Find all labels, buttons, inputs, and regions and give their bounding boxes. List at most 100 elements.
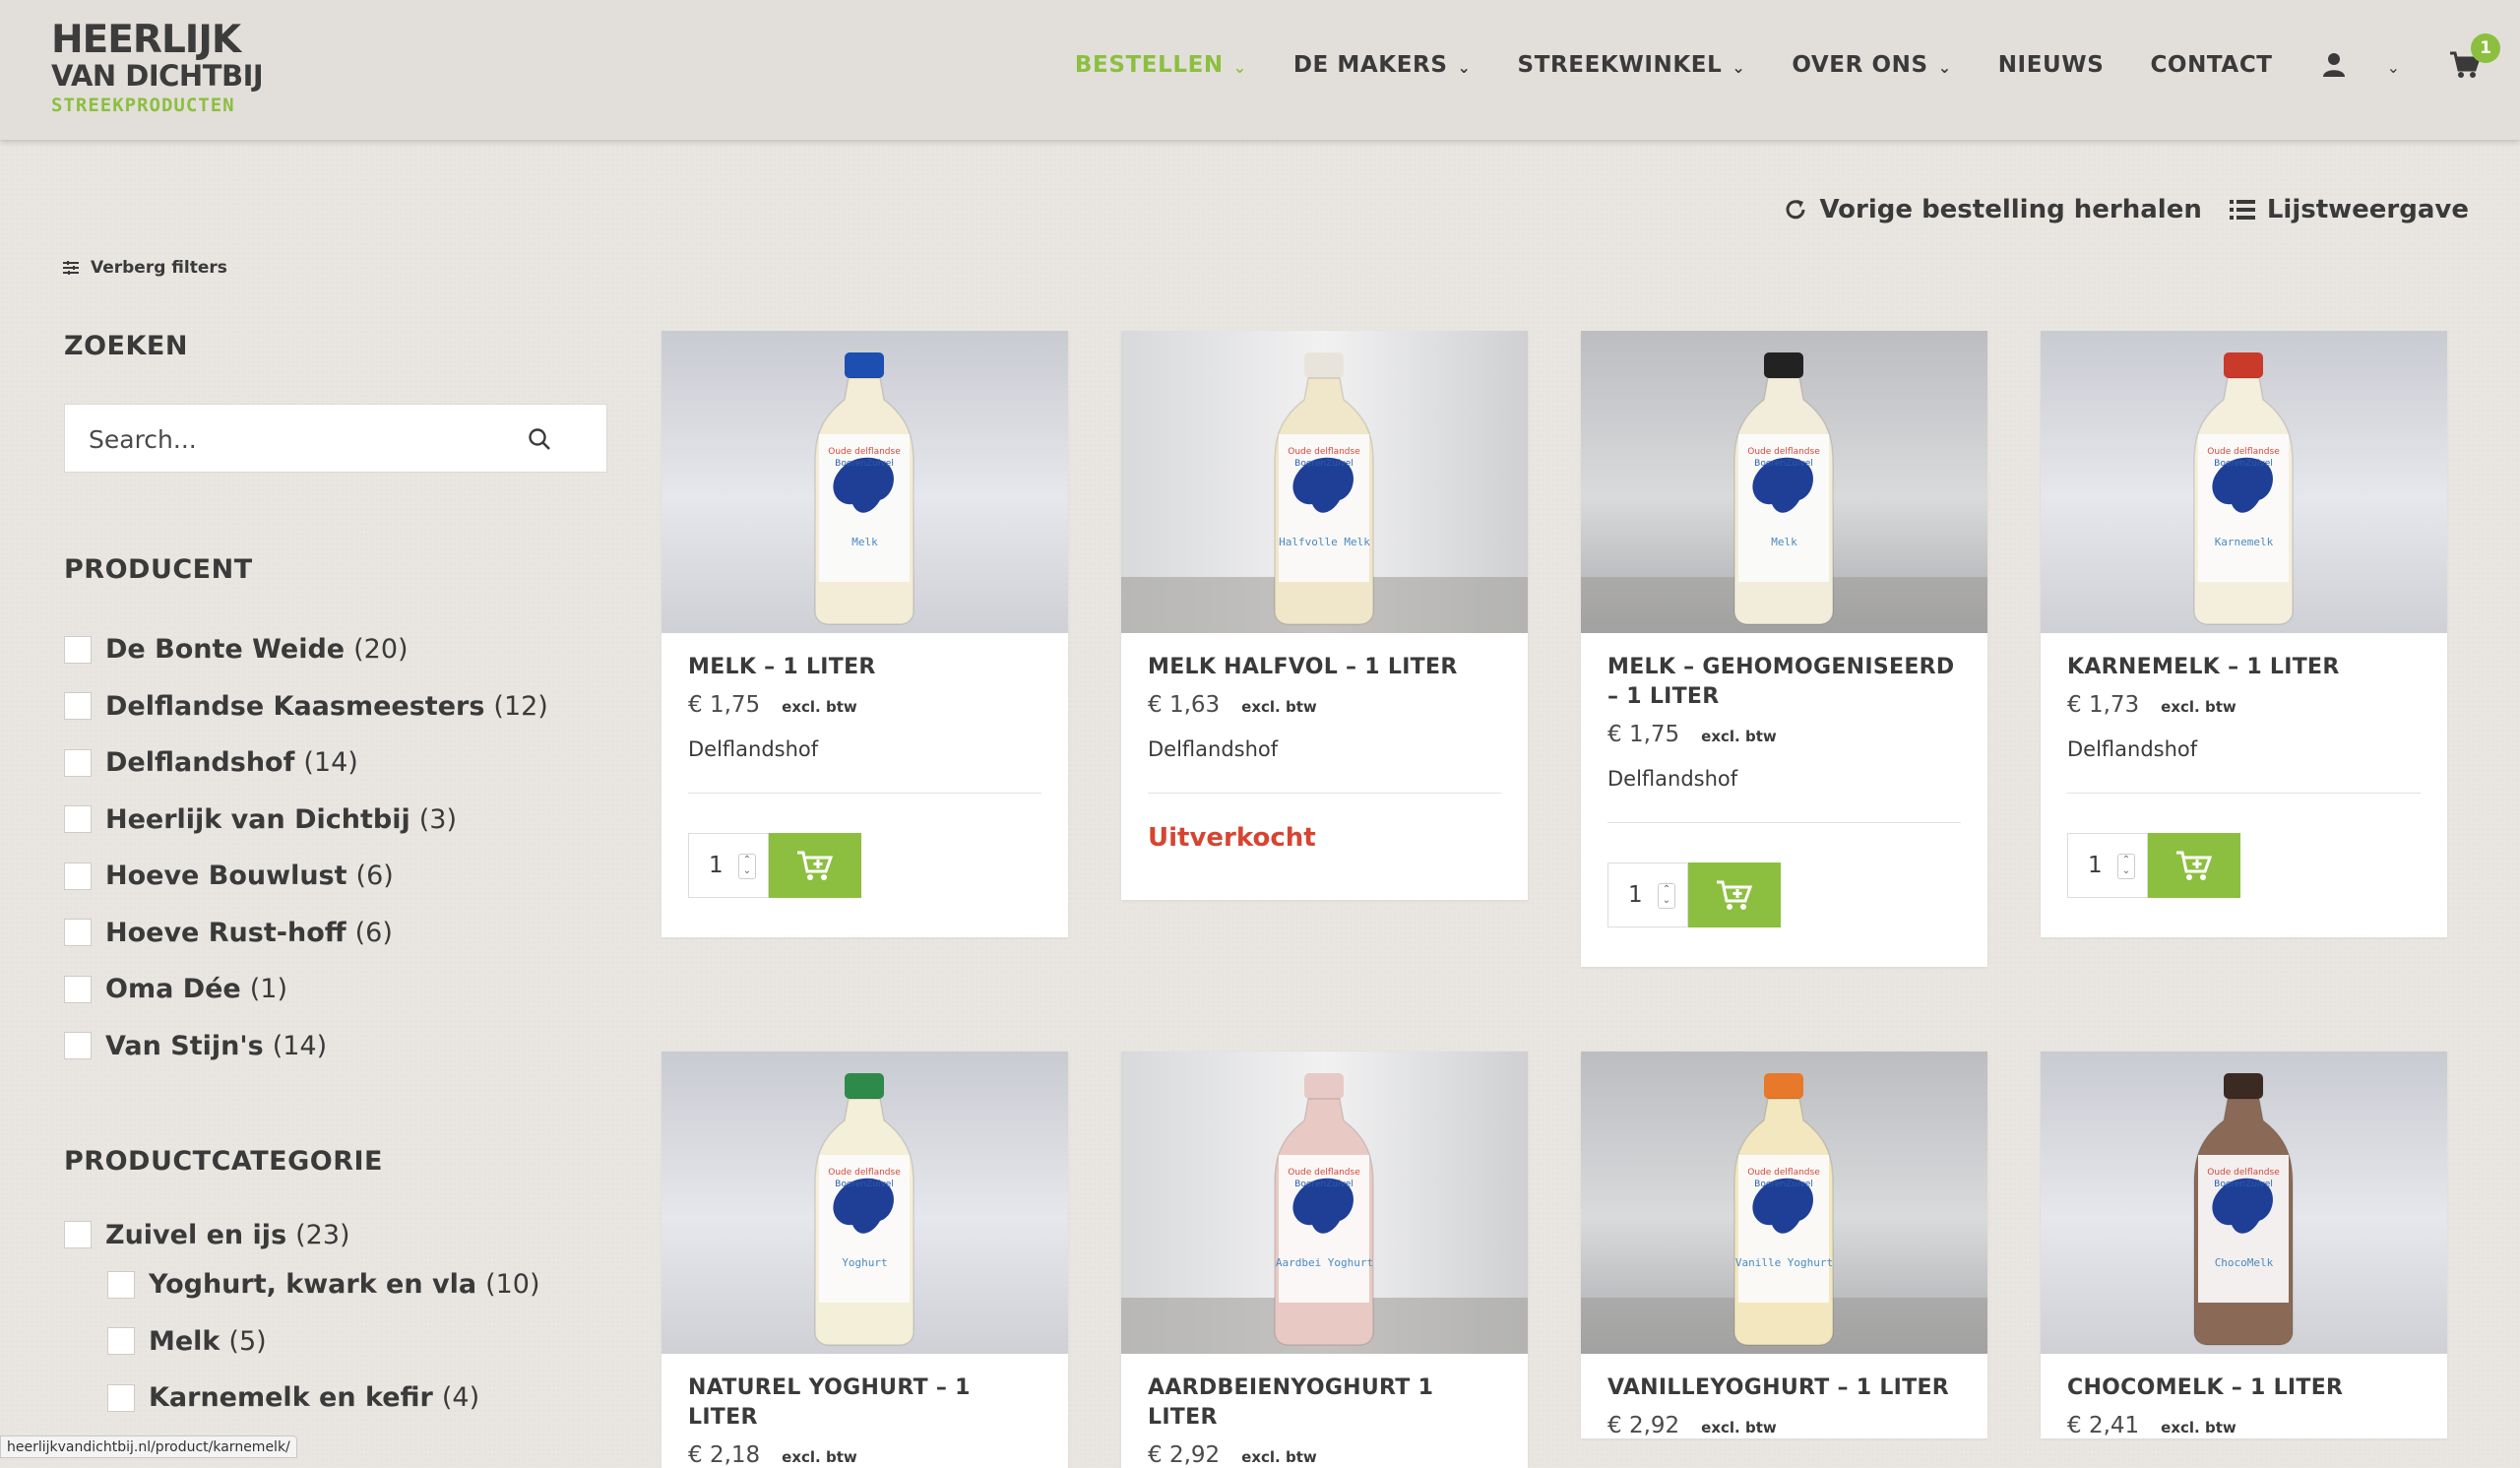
hide-filters-button[interactable]: Verberg filters (63, 258, 227, 278)
repeat-order-button[interactable]: Vorige bestelling herhalen (1784, 195, 2202, 224)
product-image[interactable]: Oude delflandse BoerenZuivel Karnemelk (2041, 331, 2447, 633)
checkbox[interactable] (64, 975, 92, 1003)
filter-name: De Bonte Weide (105, 634, 346, 666)
stepper-arrows-icon[interactable]: ⌃ ⌄ (1658, 883, 1675, 909)
excl-btw-label: excl. btw (782, 1448, 857, 1466)
product-card[interactable]: Oude delflandse BoerenZuivel Melk MELK – 1 … (662, 331, 1068, 937)
stepper-arrows-icon[interactable]: ⌃ ⌄ (738, 854, 756, 879)
filter-name: Heerlijk van Dichtbij (105, 803, 410, 835)
product-maker[interactable]: Delflandshof (1148, 737, 1501, 761)
refresh-icon (1786, 200, 1805, 220)
product-card-body: AARDBEIENYOGHURT 1 LITER € 2,92 excl. btw (1121, 1354, 1528, 1468)
nav-label: STREEKWINKEL (1517, 52, 1723, 78)
filter-producer-delflandshof[interactable]: Delflandshof (14) (64, 734, 548, 792)
product-title[interactable]: KARNEMELK – 1 LITER (2067, 653, 2421, 682)
product-image[interactable]: Oude delflandse BoerenZuivel ChocoMelk (2041, 1052, 2447, 1354)
list-view-button[interactable]: Lijstweergave (2229, 195, 2469, 224)
account-menu[interactable]: ⌄ (2322, 52, 2400, 78)
product-card[interactable]: Oude delflandse BoerenZuivel Yoghurt NATURE… (662, 1052, 1068, 1468)
list-view-label: Lijstweergave (2266, 195, 2469, 224)
top-actions: Vorige bestelling herhalen Lijstweergave (1756, 195, 2469, 224)
search-icon[interactable] (528, 427, 551, 451)
search-box (64, 404, 607, 474)
svg-text:BoerenZuivel: BoerenZuivel (1754, 459, 1813, 469)
product-title[interactable]: CHOCOMELK – 1 LITER (2067, 1373, 2421, 1403)
filter-name: Hoeve Rust-hoff (105, 917, 346, 948)
nav-item-bestellen[interactable]: BESTELLEN ⌄ (1075, 52, 1247, 78)
nav-item-contact[interactable]: CONTACT (2150, 52, 2272, 78)
product-price: € 2,18 (688, 1442, 761, 1468)
cart-button[interactable]: 1 (2449, 33, 2500, 79)
checkbox[interactable] (64, 805, 92, 834)
filter-producer-van-stijns[interactable]: Van Stijn's (14) (64, 1018, 548, 1075)
checkbox[interactable] (107, 1327, 135, 1356)
checkbox[interactable] (107, 1383, 135, 1412)
add-to-cart-button[interactable] (1688, 862, 1781, 927)
quantity-stepper[interactable]: 1 ⌃ ⌄ (1607, 862, 1688, 927)
product-card[interactable]: Oude delflandse BoerenZuivel Karnemelk KARN… (2041, 331, 2447, 937)
nav-item-over-ons[interactable]: OVER ONS ⌄ (1792, 52, 1951, 78)
quantity-stepper[interactable]: 1 ⌃ ⌄ (2067, 833, 2148, 898)
checkbox[interactable] (64, 919, 92, 947)
product-title[interactable]: MELK HALFVOL – 1 LITER (1148, 653, 1501, 682)
product-card[interactable]: Oude delflandse BoerenZuivel Vanille Yoghu… (1581, 1052, 1987, 1438)
nav-label: BESTELLEN (1074, 52, 1224, 78)
checkbox[interactable] (64, 635, 92, 664)
product-card[interactable]: Oude delflandse BoerenZuivel Halfvolle Mel… (1121, 331, 1528, 900)
product-title[interactable]: VANILLEYOGHURT – 1 LITER (1607, 1373, 1961, 1403)
filter-producer-delflandse-kaasmeesters[interactable]: Delflandse Kaasmeesters (12) (64, 678, 548, 735)
product-price: € 2,92 (1148, 1442, 1221, 1468)
product-card[interactable]: Oude delflandse BoerenZuivel ChocoMelk CHOC… (2041, 1052, 2447, 1438)
cart-plus-icon (1717, 880, 1753, 910)
checkbox[interactable] (64, 862, 92, 890)
excl-btw-label: excl. btw (1701, 728, 1777, 745)
product-card[interactable]: Oude delflandse BoerenZuivel Aardbei Yoghu… (1121, 1052, 1528, 1468)
product-title[interactable]: AARDBEIENYOGHURT 1 LITER (1148, 1373, 1501, 1433)
price-row: € 2,92 excl. btw (1607, 1413, 1961, 1438)
price-row: € 2,92 excl. btw (1148, 1442, 1501, 1468)
filter-category-zuivel-en-ijs[interactable]: Zuivel en ijs (23) (64, 1213, 540, 1256)
product-image[interactable]: Oude delflandse BoerenZuivel Halfvolle Mel… (1121, 331, 1528, 633)
checkbox[interactable] (64, 748, 92, 777)
product-card-body: KARNEMELK – 1 LITER € 1,73 excl. btw Delfla… (2041, 633, 2447, 937)
filter-count: (10) (485, 1269, 540, 1301)
add-to-cart-button[interactable] (2148, 833, 2240, 898)
filter-producer-de-bonte-weide[interactable]: De Bonte Weide (20) (64, 621, 548, 678)
svg-text:Oude delflandse: Oude delflandse (1747, 447, 1820, 457)
filter-count: (3) (418, 803, 457, 835)
svg-text:BoerenZuivel: BoerenZuivel (835, 1180, 894, 1189)
nav-item-de-makers[interactable]: DE MAKERS ⌄ (1293, 52, 1472, 78)
product-maker[interactable]: Delflandshof (2067, 737, 2421, 761)
stepper-arrows-icon[interactable]: ⌃ ⌄ (2117, 854, 2135, 879)
checkbox[interactable] (107, 1270, 135, 1299)
product-image[interactable]: Oude delflandse BoerenZuivel Vanille Yoghu… (1581, 1052, 1987, 1354)
checkbox[interactable] (64, 1032, 92, 1060)
nav-item-nieuws[interactable]: NIEUWS (1998, 52, 2105, 78)
product-maker[interactable]: Delflandshof (688, 737, 1041, 761)
search-input[interactable] (87, 405, 524, 474)
product-image[interactable]: Oude delflandse BoerenZuivel Aardbei Yoghu… (1121, 1052, 1528, 1354)
filter-producer-heerlijk-van-dichtbij[interactable]: Heerlijk van Dichtbij (3) (64, 792, 548, 849)
filter-producer-hoeve-rust-hoff[interactable]: Hoeve Rust-hoff (6) (64, 905, 548, 962)
filter-producer-hoeve-bouwlust[interactable]: Hoeve Bouwlust (6) (64, 848, 548, 905)
product-image[interactable]: Oude delflandse BoerenZuivel Melk (1581, 331, 1987, 633)
nav-item-streekwinkel[interactable]: STREEKWINKEL ⌄ (1518, 52, 1746, 78)
filter-category-yoghurt-kwark-en-vla[interactable]: Yoghurt, kwark en vla (10) (107, 1256, 540, 1313)
checkbox[interactable] (64, 692, 92, 721)
product-card-body: MELK – 1 LITER € 1,75 excl. btw Delflandsho… (662, 633, 1068, 937)
product-title[interactable]: MELK – GEHOMOGENISEERD – 1 LITER (1607, 653, 1961, 712)
site-logo[interactable]: HEERLIJK VAN DICHTBIJ STREEKPRODUCTEN (51, 21, 264, 118)
product-maker[interactable]: Delflandshof (1607, 767, 1961, 791)
product-title[interactable]: NATUREL YOGHURT – 1 LITER (688, 1373, 1041, 1433)
filter-producer-oma-dee[interactable]: Oma Dée (1) (64, 961, 548, 1018)
product-image[interactable]: Oude delflandse BoerenZuivel Melk (662, 331, 1068, 633)
filter-category-melk[interactable]: Melk (5) (107, 1313, 540, 1371)
product-card[interactable]: Oude delflandse BoerenZuivel Melk MELK – GE… (1581, 331, 1987, 967)
checkbox[interactable] (64, 1221, 92, 1248)
product-image[interactable]: Oude delflandse BoerenZuivel Yoghurt (662, 1052, 1068, 1354)
quantity-stepper[interactable]: 1 ⌃ ⌄ (688, 833, 769, 898)
excl-btw-label: excl. btw (2161, 1419, 2236, 1436)
product-title[interactable]: MELK – 1 LITER (688, 653, 1041, 682)
add-to-cart-button[interactable] (769, 833, 861, 898)
filter-category-karnemelk-en-kefir[interactable]: Karnemelk en kefir (4) (107, 1370, 540, 1427)
